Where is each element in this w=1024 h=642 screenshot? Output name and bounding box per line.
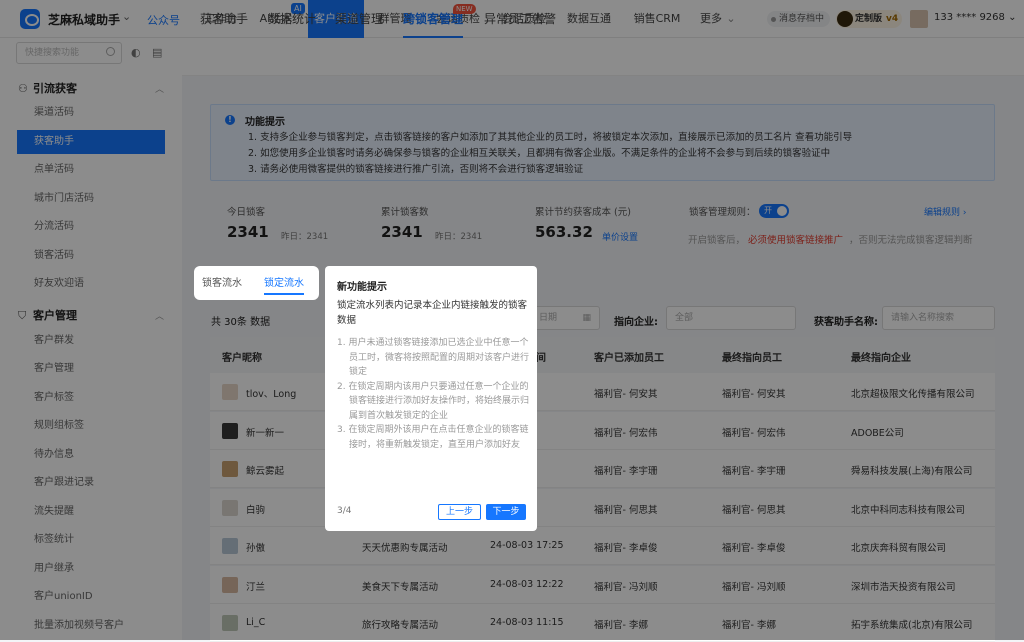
popup-list: 1. 用户未通过锁客链接添加已选企业中任意一个员工时，微客将按照配置的周期对该客… [337, 336, 531, 452]
prev-step-button[interactable]: 上一步 [438, 504, 481, 520]
next-step-button[interactable]: 下一步 [486, 504, 526, 520]
popup-title: 新功能提示 [337, 282, 387, 293]
popup-list-item: 1. 用户未通过锁客链接添加已选企业中任意一个员工时，微客将按照配置的周期对该客… [337, 338, 530, 377]
popup-list-item: 2. 在锁定周期内该用户只要通过任意一个企业的锁客链接进行添加好友操作时，将始终… [337, 381, 530, 421]
subtab-locked-flow[interactable]: 锁定流水 [264, 274, 304, 295]
popup-desc: 锁定流水列表内记录本企业内链接触发的锁客数据 [337, 300, 528, 326]
popup-list-item: 3. 在锁定周期外该用户在点击任意企业的锁客链接时，将重新触发锁定，直至用户添加… [337, 425, 529, 450]
popup-step-indicator: 3/4 [337, 506, 352, 516]
subtab-bar-highlight: 锁客流水 锁定流水 [194, 266, 319, 300]
feature-guide-popup: 新功能提示 锁定流水列表内记录本企业内链接触发的锁客数据 1. 用户未通过锁客链… [325, 266, 537, 531]
subtab-lock-flow[interactable]: 锁客流水 [202, 274, 242, 289]
